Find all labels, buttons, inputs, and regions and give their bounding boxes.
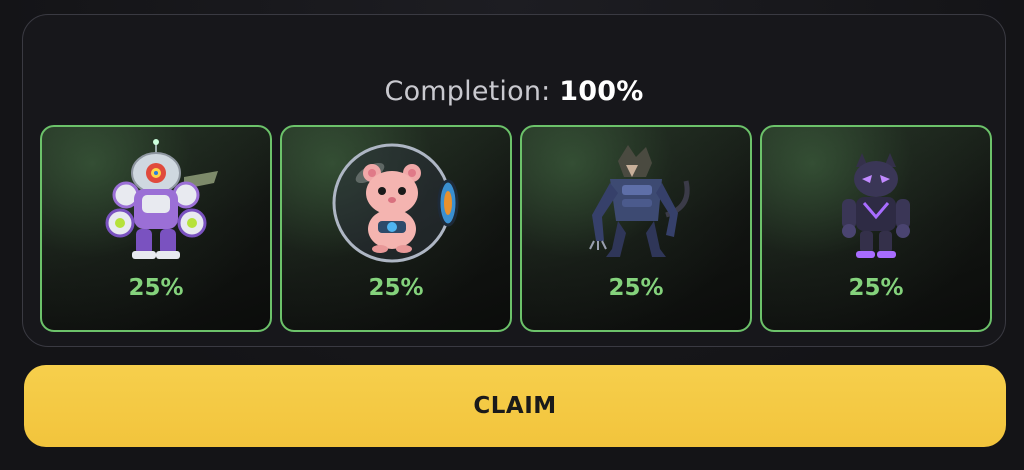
purple-panther-warrior-icon bbox=[842, 153, 910, 258]
card-percent: 25% bbox=[368, 275, 424, 301]
completion-text: Completion: 100% bbox=[23, 75, 1005, 109]
reward-card[interactable]: 25% bbox=[760, 125, 992, 332]
claim-button[interactable]: CLAIM bbox=[24, 365, 1006, 447]
reward-card[interactable]: 25% bbox=[40, 125, 272, 332]
reward-card[interactable]: 25% bbox=[520, 125, 752, 332]
claim-button-label: CLAIM bbox=[473, 393, 557, 419]
purple-robot-mech-icon bbox=[105, 139, 218, 259]
card-percent: 25% bbox=[128, 275, 184, 301]
reward-cards: 25% 25% 25% 25% bbox=[40, 125, 992, 332]
armored-werewolf-icon bbox=[589, 145, 690, 257]
card-percent: 25% bbox=[848, 275, 904, 301]
completion-label: Completion: bbox=[384, 76, 551, 107]
hamster-in-ball-icon bbox=[332, 143, 459, 263]
completion-value: 100% bbox=[559, 76, 644, 107]
reward-screen: Completion: 100% 25% 25% 25% 25% CLAIM bbox=[0, 0, 1024, 470]
reward-card[interactable]: 25% bbox=[280, 125, 512, 332]
card-percent: 25% bbox=[608, 275, 664, 301]
